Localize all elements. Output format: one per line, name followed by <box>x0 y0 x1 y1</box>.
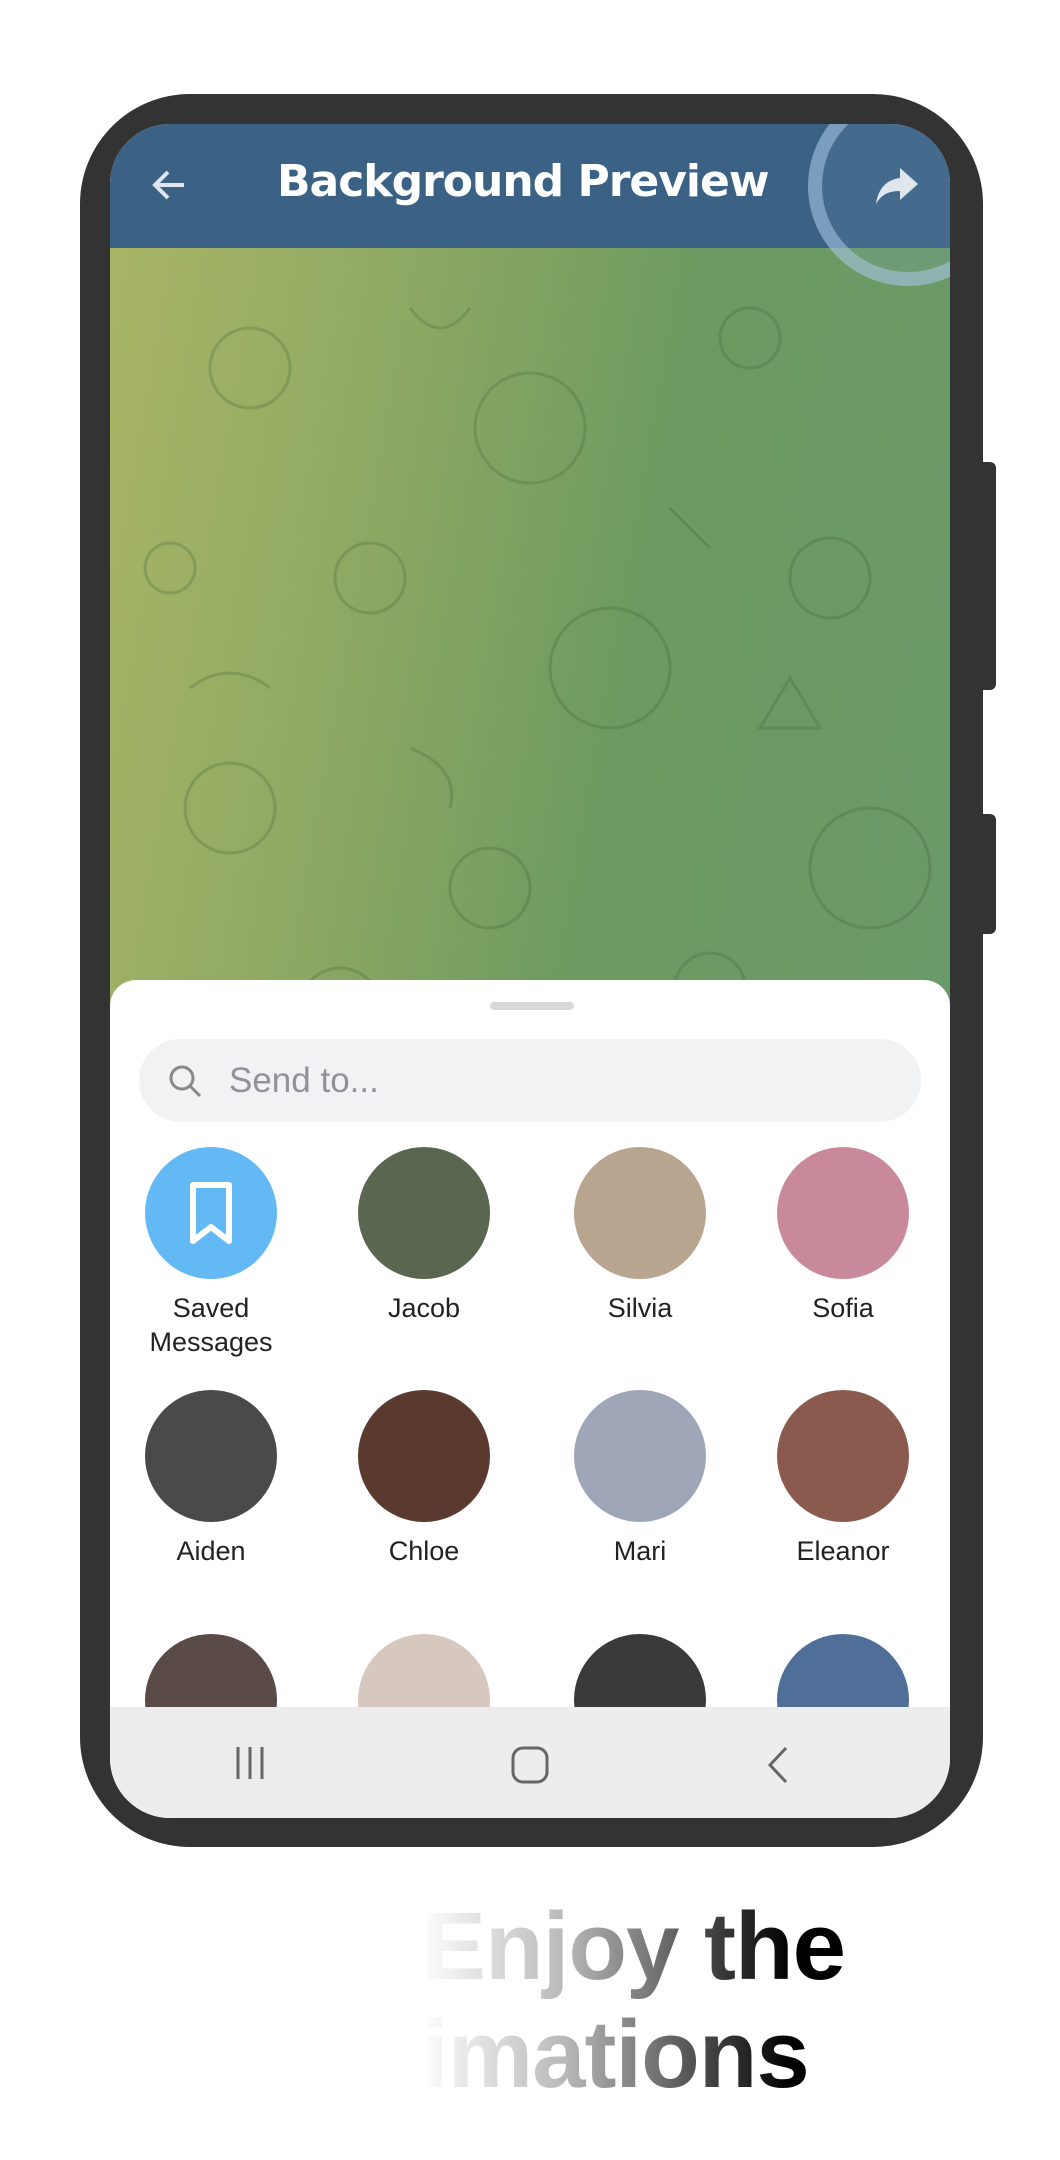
page-title: Background Preview <box>277 156 770 207</box>
avatar <box>777 1147 909 1279</box>
avatar <box>574 1390 706 1522</box>
app-header: Background Preview <box>110 124 950 286</box>
contact-aiden[interactable]: Aiden <box>121 1390 301 1568</box>
caption-line-1: Enjoy the <box>0 1892 1060 2002</box>
system-nav-bar <box>110 1707 950 1818</box>
nav-back-icon[interactable] <box>760 1745 796 1785</box>
recents-icon[interactable] <box>232 1745 268 1781</box>
avatar <box>145 1147 277 1279</box>
avatar <box>358 1147 490 1279</box>
contact-jacob[interactable]: Jacob <box>334 1147 514 1325</box>
search-input[interactable] <box>229 1039 879 1122</box>
contact-eleanor[interactable]: Eleanor <box>753 1390 933 1568</box>
contact-mari[interactable]: Mari <box>550 1390 730 1568</box>
contact-name: Mari <box>613 1536 667 1566</box>
power-button <box>980 814 996 934</box>
phone-screen: Background Preview Saved Messages Jacob Si… <box>110 124 950 1818</box>
bookmark-icon <box>190 1182 232 1244</box>
share-forward-icon[interactable] <box>872 160 922 210</box>
contact-name: Aiden <box>176 1536 246 1566</box>
contact-name: Chloe <box>388 1536 460 1566</box>
contact-name: Silvia <box>607 1293 673 1323</box>
contact-saved[interactable]: Saved Messages <box>121 1147 301 1359</box>
avatar <box>574 1147 706 1279</box>
contact-name: Jacob <box>387 1293 461 1323</box>
search-bar[interactable] <box>139 1039 921 1122</box>
home-icon[interactable] <box>510 1745 550 1785</box>
contact-name: Saved Messages <box>149 1293 273 1357</box>
contact-name: Eleanor <box>796 1536 890 1566</box>
contact-name: Sofia <box>812 1293 874 1323</box>
volume-button <box>980 462 996 690</box>
caption-line-2: animations <box>0 2000 1060 2110</box>
contact-sofia[interactable]: Sofia <box>753 1147 933 1325</box>
search-icon <box>169 1065 202 1098</box>
contact-chloe[interactable]: Chloe <box>334 1390 514 1568</box>
contact-silvia[interactable]: Silvia <box>550 1147 730 1325</box>
arrow-left-icon[interactable] <box>144 160 194 210</box>
drag-handle[interactable] <box>490 1002 574 1010</box>
avatar <box>145 1390 277 1522</box>
avatar <box>777 1390 909 1522</box>
share-sheet: Saved Messages Jacob Silvia Sofia Aiden Chloe… <box>110 980 950 1766</box>
avatar <box>358 1390 490 1522</box>
